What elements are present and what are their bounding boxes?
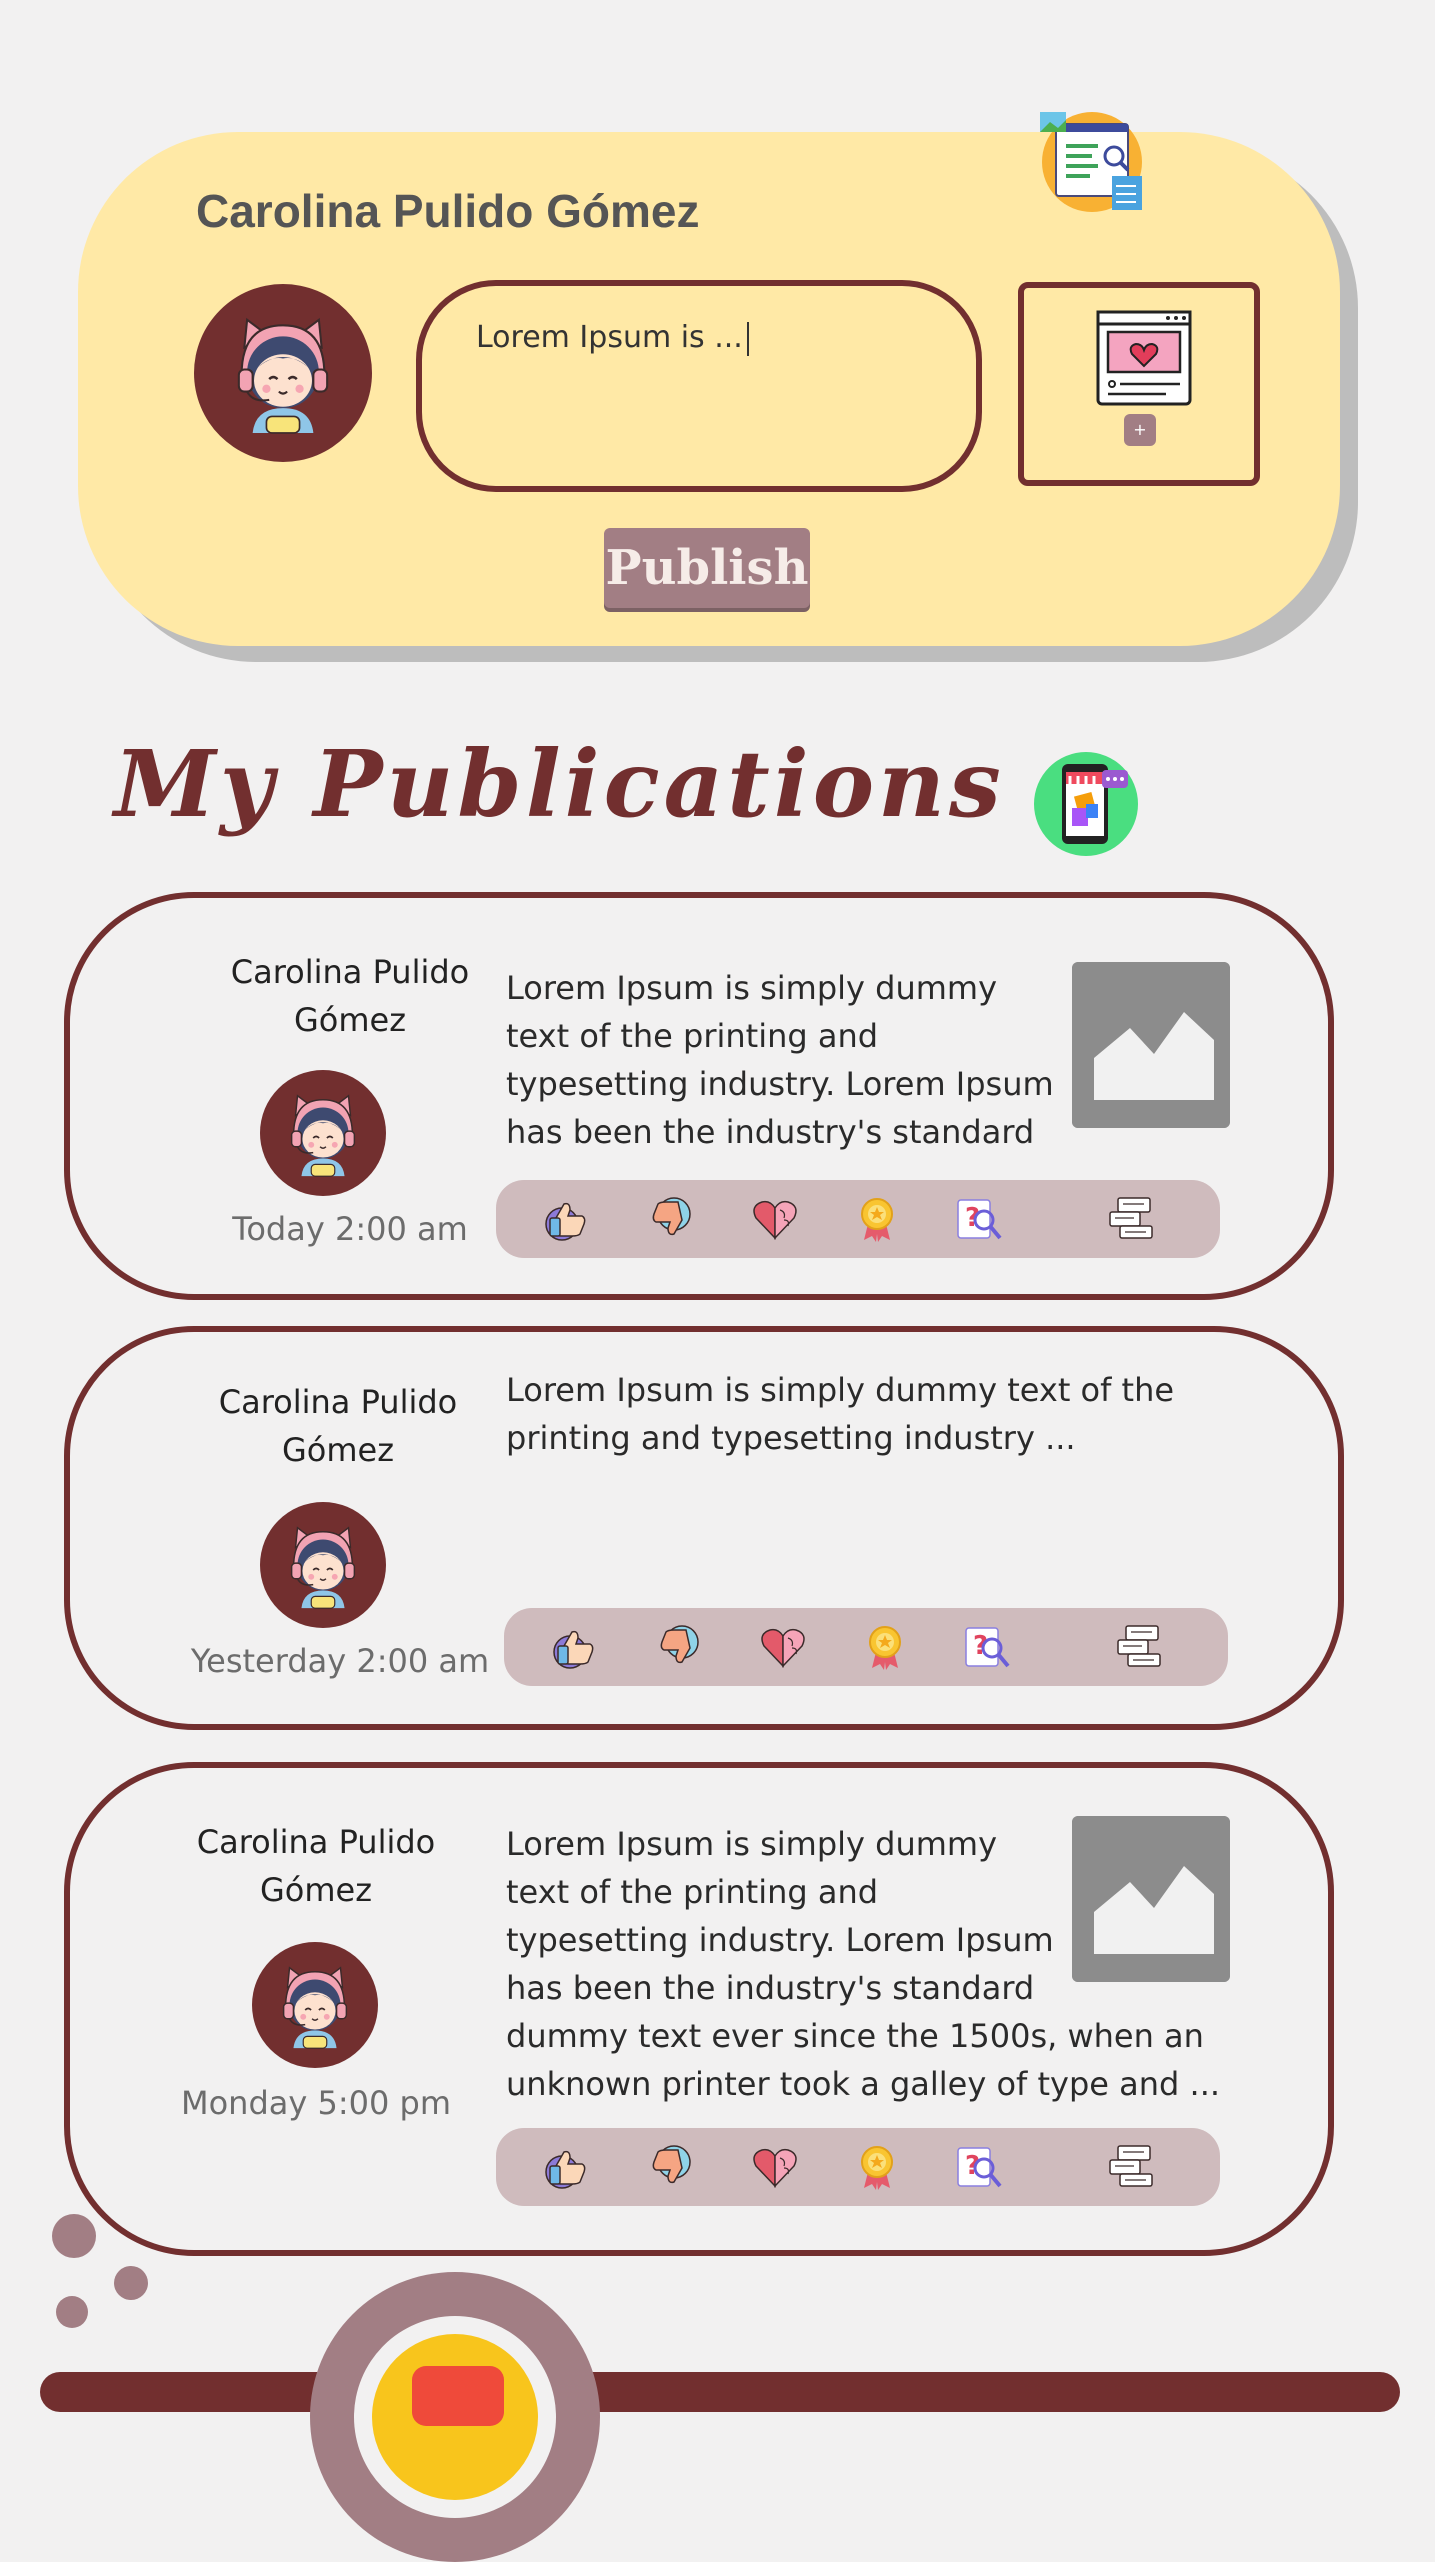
thumbs-down-icon[interactable]: [646, 2142, 696, 2192]
publication-card: Carolina Pulido Gómez Yesterday 2:00 am …: [64, 1326, 1344, 1730]
post-author: Carolina Pulido Gómez: [190, 948, 510, 1044]
thumbs-down-icon[interactable]: [646, 1194, 696, 1244]
bottom-nav-bubble[interactable]: [310, 2272, 600, 2562]
post-timestamp: Today 2:00 am: [232, 1210, 468, 1248]
post-text-line: Lorem Ipsum is simply dummy: [506, 969, 998, 1007]
medal-icon[interactable]: [852, 2142, 902, 2192]
question-search-icon[interactable]: [954, 2142, 1004, 2192]
avatar: [252, 1942, 378, 2068]
heart-brain-icon[interactable]: [758, 1622, 808, 1672]
publish-button[interactable]: Publish: [604, 528, 810, 608]
post-text-line: printing and typesetting industry ...: [506, 1419, 1076, 1457]
avatar: [260, 1070, 386, 1196]
post-author-first: Carolina Pulido: [230, 953, 470, 991]
reaction-bar: [504, 1608, 1228, 1686]
medal-icon[interactable]: [852, 1194, 902, 1244]
post-image[interactable]: [1072, 962, 1230, 1128]
thumbs-up-icon[interactable]: [542, 1194, 592, 1244]
mobile-shop-icon: [1034, 752, 1138, 856]
post-author-last: Gómez: [259, 1871, 373, 1909]
post-author: Carolina Pulido Gómez: [146, 1818, 486, 1914]
medal-icon[interactable]: [860, 1622, 910, 1672]
post-input[interactable]: Lorem Ipsum is ...: [416, 280, 982, 492]
decorative-dot: [114, 2266, 148, 2300]
post-body: Lorem Ipsum is simply dummy text of the …: [506, 1366, 1226, 1462]
thumbs-down-icon[interactable]: [654, 1622, 704, 1672]
section-title: My Publications: [114, 730, 1005, 838]
question-search-icon[interactable]: [962, 1622, 1012, 1672]
post-text-line: has been the industry's standard: [506, 1113, 1035, 1151]
add-media-plus[interactable]: +: [1124, 414, 1156, 446]
composer-card: Carolina Pulido Gómez Lorem Ipsum is ...…: [78, 132, 1340, 646]
post-text-line: unknown printer took a galley of type an…: [506, 2065, 1221, 2103]
reaction-bar: [496, 2128, 1220, 2206]
search-document-icon: [1040, 112, 1142, 212]
avatar: [194, 284, 372, 462]
thumbs-up-icon[interactable]: [542, 2142, 592, 2192]
bottom-nav-bar: [40, 2372, 1400, 2412]
comments-icon[interactable]: [1114, 1622, 1164, 1672]
publication-card: Carolina Pulido Gómez Today 2:00 am Lore…: [64, 892, 1334, 1300]
comments-icon[interactable]: [1106, 2142, 1156, 2192]
post-author-last: Gómez: [281, 1431, 395, 1469]
comments-icon[interactable]: [1106, 1194, 1156, 1244]
post-timestamp: Monday 5:00 pm: [180, 2084, 451, 2122]
post-author-first: Carolina Pulido: [218, 1383, 458, 1421]
image-post-icon: [1096, 310, 1192, 406]
avatar: [260, 1502, 386, 1628]
post-body: Lorem Ipsum is simply dummy text of the …: [506, 964, 1066, 1156]
post-author-first: Carolina Pulido: [196, 1823, 436, 1861]
post-text-line: text of the printing and: [506, 1017, 879, 1055]
thumbs-up-icon[interactable]: [550, 1622, 600, 1672]
composer-author-name: Carolina Pulido Gómez: [196, 185, 700, 237]
home-icon[interactable]: [372, 2334, 538, 2500]
text-caret: [746, 321, 749, 356]
post-image[interactable]: [1072, 1816, 1230, 1982]
post-author-last: Gómez: [293, 1001, 407, 1039]
post-text-line: dummy text ever since the 1500s, when an: [506, 2017, 1204, 2055]
post-text-line: Lorem Ipsum is simply dummy text of the: [506, 1371, 1175, 1409]
publication-card: Carolina Pulido Gómez Monday 5:00 pm Lor…: [64, 1762, 1334, 2256]
decorative-dot: [56, 2296, 88, 2328]
decorative-dot: [52, 2214, 96, 2258]
heart-brain-icon[interactable]: [750, 1194, 800, 1244]
reaction-bar: [496, 1180, 1220, 1258]
add-media-button[interactable]: +: [1018, 282, 1260, 486]
post-author: Carolina Pulido Gómez: [178, 1378, 498, 1474]
heart-brain-icon[interactable]: [750, 2142, 800, 2192]
question-search-icon[interactable]: [954, 1194, 1004, 1244]
post-timestamp: Yesterday 2:00 am: [190, 1642, 490, 1680]
post-input-value: Lorem Ipsum is ...: [476, 320, 743, 355]
post-text-line: typesetting industry. Lorem Ipsum: [506, 1065, 1054, 1103]
